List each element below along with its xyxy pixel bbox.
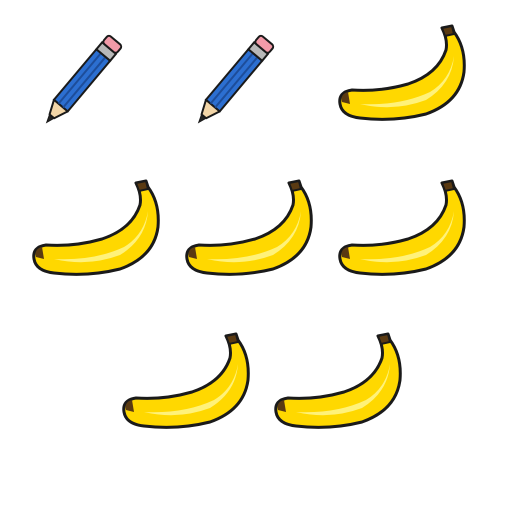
- banana-icon: [177, 175, 317, 285]
- banana-icon: [114, 328, 254, 438]
- banana-icon: [266, 328, 406, 438]
- pencil-icon: [10, 20, 150, 130]
- banana-icon: [24, 175, 164, 285]
- banana-icon: [330, 175, 470, 285]
- object-grid: [0, 0, 512, 512]
- pencil-icon: [162, 20, 302, 130]
- banana-icon: [330, 20, 470, 130]
